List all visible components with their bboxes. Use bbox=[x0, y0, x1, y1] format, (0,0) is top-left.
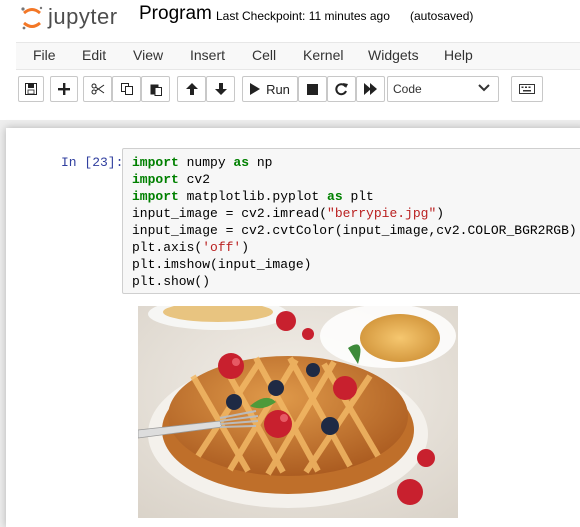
checkpoint-status: Last Checkpoint: 11 minutes ago bbox=[216, 9, 390, 23]
code-editor[interactable]: import numpy as np import cv2 import matpl… bbox=[132, 154, 577, 290]
code-line: plt.axis('off') bbox=[132, 239, 577, 256]
code-line: plt.imshow(input_image) bbox=[132, 256, 577, 273]
code-token: input_image = cv2.imread( bbox=[132, 206, 328, 221]
fast-forward-icon bbox=[363, 83, 377, 95]
paste-button[interactable] bbox=[141, 76, 170, 102]
jupyter-logo-icon bbox=[21, 6, 43, 30]
save-icon bbox=[25, 83, 37, 95]
copy-icon bbox=[120, 83, 133, 95]
code-line: import matplotlib.pyplot as plt bbox=[132, 188, 577, 205]
chevron-down-icon bbox=[478, 84, 490, 92]
autosave-status: (autosaved) bbox=[410, 9, 474, 23]
command-palette-button[interactable] bbox=[511, 76, 543, 102]
code-token: cv2 bbox=[178, 172, 211, 187]
header: jupyter Program Last Checkpoint: 11 minu… bbox=[0, 0, 580, 120]
output-image bbox=[138, 306, 458, 518]
move-up-icon bbox=[185, 83, 198, 95]
insert-cell-button[interactable] bbox=[50, 76, 78, 102]
run-icon bbox=[250, 83, 261, 95]
cut-button[interactable] bbox=[83, 76, 112, 102]
code-token: plt.axis( bbox=[132, 240, 203, 255]
menubar: File Edit View Insert Cell Kernel Widget… bbox=[16, 42, 580, 70]
menu-file[interactable]: File bbox=[33, 47, 56, 63]
menu-kernel[interactable]: Kernel bbox=[303, 47, 343, 63]
interrupt-button[interactable] bbox=[298, 76, 327, 102]
paste-icon bbox=[150, 84, 162, 96]
cell-type-value: Code bbox=[393, 82, 422, 96]
move-down-icon bbox=[214, 83, 227, 95]
copy-button[interactable] bbox=[112, 76, 141, 102]
code-token: numpy bbox=[178, 155, 234, 170]
code-token: plt.show() bbox=[132, 274, 211, 289]
code-line: plt.show() bbox=[132, 273, 577, 290]
code-token: plt.imshow(input_image) bbox=[132, 257, 312, 272]
code-token: ) bbox=[241, 240, 250, 255]
code-line: input_image = cv2.cvtColor(input_image,c… bbox=[132, 222, 577, 239]
menu-widgets[interactable]: Widgets bbox=[368, 47, 419, 63]
code-line: import cv2 bbox=[132, 171, 577, 188]
code-line: input_image = cv2.imread("berrypie.jpg") bbox=[132, 205, 577, 222]
cut-icon bbox=[91, 83, 104, 95]
notebook-page: In [23]: import numpy as np import cv2 imp… bbox=[6, 128, 580, 527]
code-token: matplotlib.pyplot bbox=[178, 189, 328, 204]
keyboard-icon bbox=[519, 84, 535, 94]
code-line: import numpy as np bbox=[132, 154, 577, 171]
cell-type-select[interactable]: Code bbox=[387, 76, 499, 102]
restart-run-all-button[interactable] bbox=[356, 76, 385, 102]
code-token: plt bbox=[342, 189, 374, 204]
move-down-button[interactable] bbox=[206, 76, 235, 102]
menu-edit[interactable]: Edit bbox=[82, 47, 106, 63]
move-up-button[interactable] bbox=[177, 76, 206, 102]
code-keyword: import bbox=[132, 189, 179, 204]
code-keyword: as bbox=[327, 189, 343, 204]
stop-icon bbox=[307, 83, 318, 95]
run-button[interactable]: Run bbox=[242, 76, 298, 102]
code-keyword: as bbox=[233, 155, 250, 170]
code-token: ) bbox=[436, 206, 445, 221]
input-prompt: In [23]: bbox=[61, 155, 124, 170]
run-label: Run bbox=[266, 81, 290, 97]
menu-cell[interactable]: Cell bbox=[252, 47, 276, 63]
restart-button[interactable] bbox=[327, 76, 356, 102]
add-icon bbox=[58, 83, 70, 95]
logo-text: jupyter bbox=[48, 4, 118, 29]
code-keyword: import bbox=[132, 155, 179, 170]
jupyter-logo[interactable]: jupyter bbox=[20, 4, 130, 31]
code-token: np bbox=[249, 155, 273, 170]
code-string: "berrypie.jpg" bbox=[327, 206, 437, 221]
notebook-name[interactable]: Program bbox=[139, 3, 212, 25]
berry-pie-photo bbox=[138, 306, 458, 518]
code-cell-input[interactable]: import numpy as np import cv2 import matpl… bbox=[122, 148, 580, 294]
menu-view[interactable]: View bbox=[133, 47, 163, 63]
notebook-area: In [23]: import numpy as np import cv2 imp… bbox=[0, 120, 580, 527]
code-keyword: import bbox=[132, 172, 179, 187]
restart-icon bbox=[335, 82, 348, 95]
save-button[interactable] bbox=[18, 76, 44, 102]
code-token: input_image = cv2.cvtColor(input_image,c… bbox=[132, 223, 577, 238]
code-string: 'off' bbox=[202, 240, 242, 255]
menu-insert[interactable]: Insert bbox=[190, 47, 225, 63]
menu-help[interactable]: Help bbox=[444, 47, 473, 63]
